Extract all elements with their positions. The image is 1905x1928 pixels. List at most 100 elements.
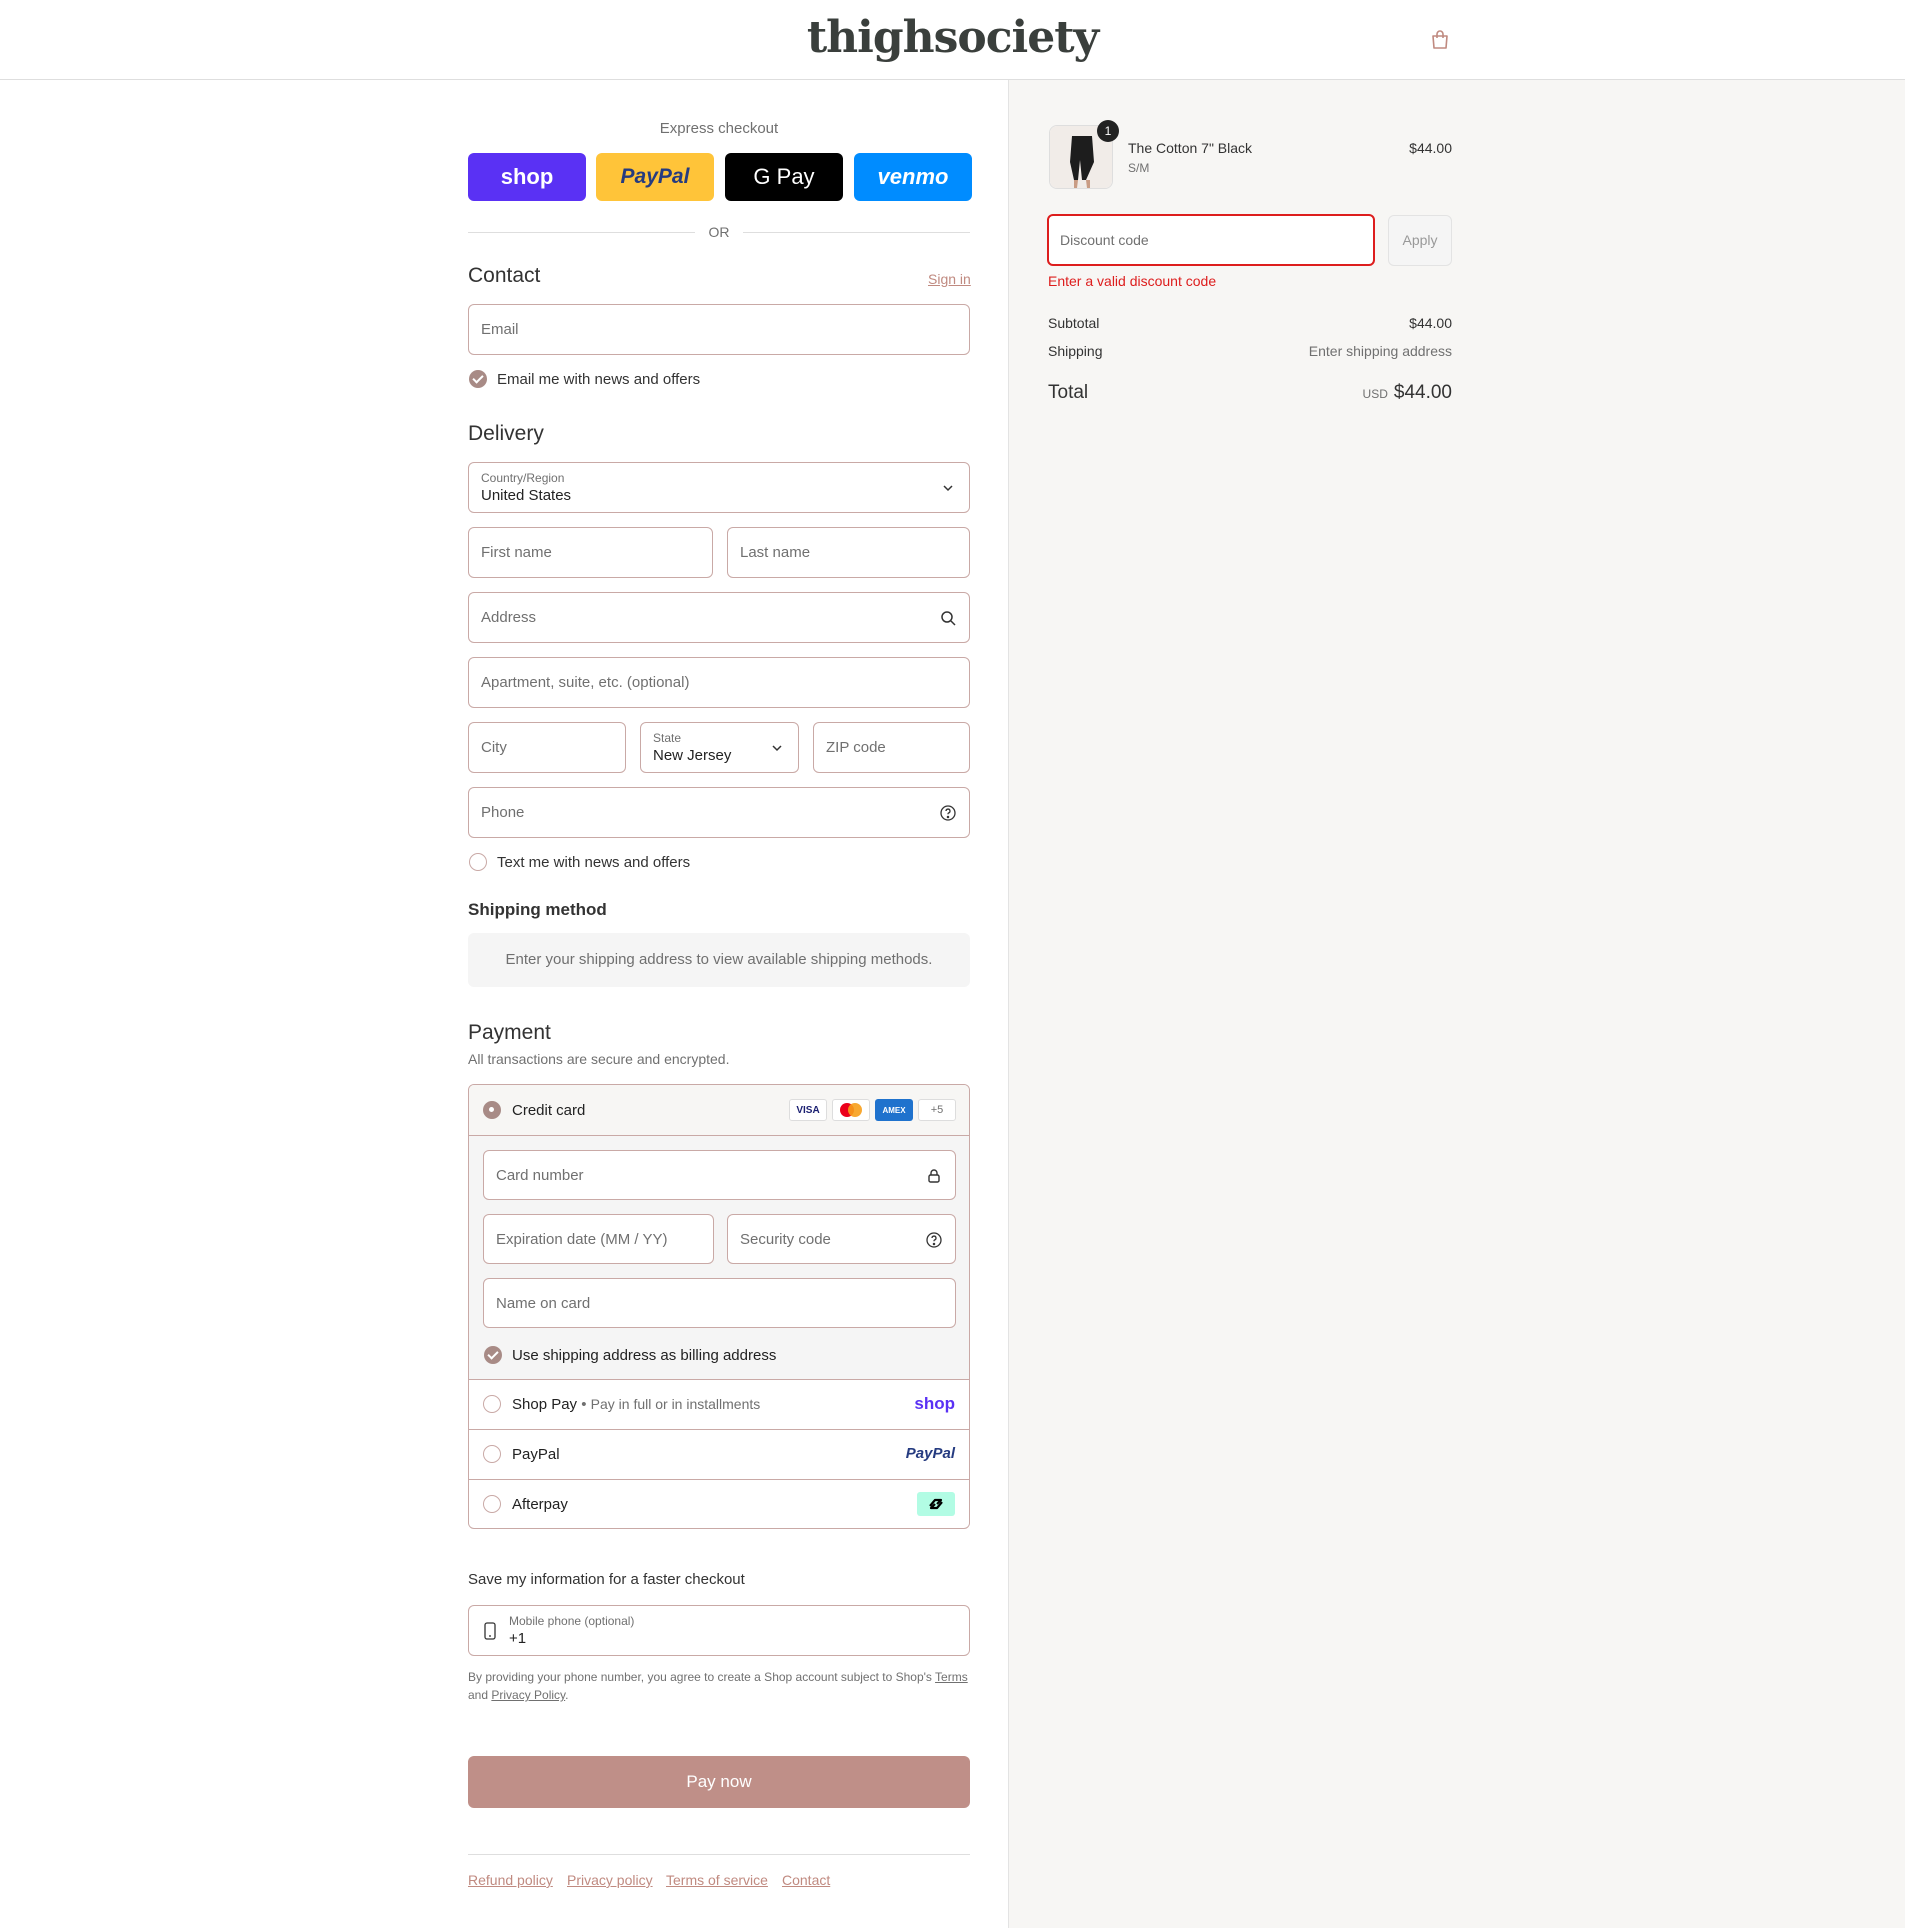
billing-same-label: Use shipping address as billing address	[512, 1347, 777, 1364]
privacy-policy-link[interactable]: Privacy policy	[567, 1872, 653, 1888]
chevron-down-icon	[772, 745, 782, 752]
expiration-placeholder: Expiration date (MM / YY)	[496, 1231, 668, 1248]
state-value: New Jersey	[653, 747, 732, 764]
credit-card-radio[interactable]	[483, 1101, 501, 1119]
city-placeholder: City	[481, 739, 507, 756]
shop-pay-label: Shop Pay	[512, 1396, 578, 1413]
state-label: State	[653, 731, 682, 745]
first-name-field[interactable]: First name	[468, 527, 713, 578]
item-variant: S/M	[1128, 161, 1150, 175]
billing-same-checkbox[interactable]	[484, 1346, 502, 1364]
help-circle-icon[interactable]	[939, 804, 957, 822]
security-code-field[interactable]: Security code	[727, 1214, 956, 1264]
save-info-heading: Save my information for a faster checkou…	[468, 1571, 745, 1588]
afterpay-logo-icon	[917, 1492, 955, 1516]
shop-privacy-link[interactable]: Privacy Policy	[491, 1688, 565, 1702]
subtotal-value: $44.00	[1409, 315, 1452, 331]
shopping-bag-icon[interactable]	[1428, 28, 1452, 52]
afterpay-radio[interactable]	[483, 1495, 501, 1513]
shop-pay-description: Pay in full or in installments	[590, 1396, 761, 1412]
or-divider: OR	[468, 224, 970, 240]
paypal-option[interactable]: PayPal PayPal	[469, 1429, 969, 1479]
credit-card-option[interactable]: Credit card VISA AMEX +5	[469, 1085, 969, 1135]
card-number-placeholder: Card number	[496, 1167, 584, 1184]
expiration-field[interactable]: Expiration date (MM / YY)	[483, 1214, 714, 1264]
payment-methods: Credit card VISA AMEX +5 Card number Exp…	[468, 1084, 970, 1529]
afterpay-label: Afterpay	[512, 1496, 568, 1513]
paypal-radio[interactable]	[483, 1445, 501, 1463]
venmo-express-button[interactable]: venmo	[854, 153, 972, 201]
header: thighsociety	[0, 0, 1905, 80]
lock-icon	[928, 1169, 940, 1183]
shop-pay-radio[interactable]	[483, 1395, 501, 1413]
shop-pay-option[interactable]: Shop Pay • Pay in full or in installment…	[469, 1379, 969, 1429]
mastercard-icon	[832, 1099, 870, 1121]
shop-terms-link[interactable]: Terms	[935, 1670, 968, 1684]
item-quantity-badge: 1	[1097, 120, 1119, 142]
text-opt-in-checkbox[interactable]	[469, 853, 487, 871]
text-opt-in-label: Text me with news and offers	[497, 854, 691, 871]
chevron-down-icon	[943, 485, 953, 492]
paypal-logo: PayPal	[905, 1445, 955, 1462]
first-name-placeholder: First name	[481, 544, 552, 561]
shipping-label: Shipping	[1048, 343, 1103, 359]
pay-now-button[interactable]: Pay now	[468, 1756, 970, 1808]
terms-of-service-link[interactable]: Terms of service	[666, 1872, 768, 1888]
search-icon	[941, 611, 956, 626]
email-field[interactable]: Email	[468, 304, 970, 355]
total-value: $44.00	[1393, 382, 1452, 403]
country-select[interactable]: Country/Region United States	[468, 462, 970, 513]
payment-subtitle: All transactions are secure and encrypte…	[468, 1051, 730, 1067]
contact-link[interactable]: Contact	[782, 1872, 830, 1888]
last-name-field[interactable]: Last name	[727, 527, 970, 578]
shop-pay-express-button[interactable]: shop	[468, 153, 586, 201]
mobile-phone-field[interactable]: Mobile phone (optional) +1	[468, 1605, 970, 1656]
phone-field[interactable]: Phone	[468, 787, 970, 838]
amex-icon: AMEX	[875, 1099, 913, 1121]
paypal-express-button[interactable]: PayPal	[596, 153, 714, 201]
apply-discount-button[interactable]: Apply	[1388, 215, 1452, 266]
sign-in-link[interactable]: Sign in	[928, 271, 971, 287]
visa-icon: VISA	[789, 1099, 827, 1121]
delivery-heading: Delivery	[468, 422, 544, 445]
name-on-card-field[interactable]: Name on card	[483, 1278, 956, 1328]
item-price: $44.00	[1409, 140, 1452, 156]
google-pay-express-button[interactable]: G Pay	[725, 153, 843, 201]
afterpay-option[interactable]: Afterpay	[469, 1479, 969, 1528]
shipping-value: Enter shipping address	[1308, 343, 1452, 359]
refund-policy-link[interactable]: Refund policy	[468, 1872, 553, 1888]
subtotal-label: Subtotal	[1048, 315, 1100, 331]
card-number-field[interactable]: Card number	[483, 1150, 956, 1200]
city-field[interactable]: City	[468, 722, 626, 773]
address-field[interactable]: Address	[468, 592, 970, 643]
discount-code-placeholder: Discount code	[1060, 232, 1149, 248]
security-code-placeholder: Security code	[740, 1231, 831, 1248]
name-on-card-placeholder: Name on card	[496, 1295, 591, 1312]
email-opt-in-checkbox[interactable]	[469, 370, 487, 388]
legal-text-part-2: and	[468, 1688, 492, 1702]
country-label: Country/Region	[481, 471, 565, 485]
credit-card-label: Credit card	[512, 1102, 586, 1119]
paypal-label: PayPal	[512, 1446, 560, 1463]
zip-field[interactable]: ZIP code	[813, 722, 970, 773]
contact-heading: Contact	[468, 264, 541, 287]
shipping-method-heading: Shipping method	[468, 900, 607, 919]
email-opt-in-label: Email me with news and offers	[497, 371, 701, 388]
store-logo[interactable]: thighsociety	[0, 12, 1905, 63]
help-circle-icon[interactable]	[925, 1231, 943, 1249]
currency-code: USD	[1362, 387, 1388, 401]
card-details-panel: Card number Expiration date (MM / YY) Se…	[469, 1135, 969, 1379]
mobile-phone-icon	[484, 1622, 496, 1640]
phone-placeholder: Phone	[481, 804, 525, 821]
more-cards-badge: +5	[918, 1099, 956, 1121]
shop-pay-label: shop	[500, 164, 554, 189]
address-placeholder: Address	[481, 609, 537, 626]
state-select[interactable]: State New Jersey	[640, 722, 799, 773]
google-pay-label: G Pay	[753, 164, 815, 189]
legal-text-part-1: By providing your phone number, you agre…	[468, 1670, 936, 1684]
apartment-field[interactable]: Apartment, suite, etc. (optional)	[468, 657, 970, 708]
venmo-label: venmo	[877, 164, 949, 189]
zip-placeholder: ZIP code	[826, 739, 886, 756]
discount-code-field[interactable]: Discount code	[1047, 214, 1375, 266]
item-name: The Cotton 7" Black	[1128, 140, 1253, 156]
